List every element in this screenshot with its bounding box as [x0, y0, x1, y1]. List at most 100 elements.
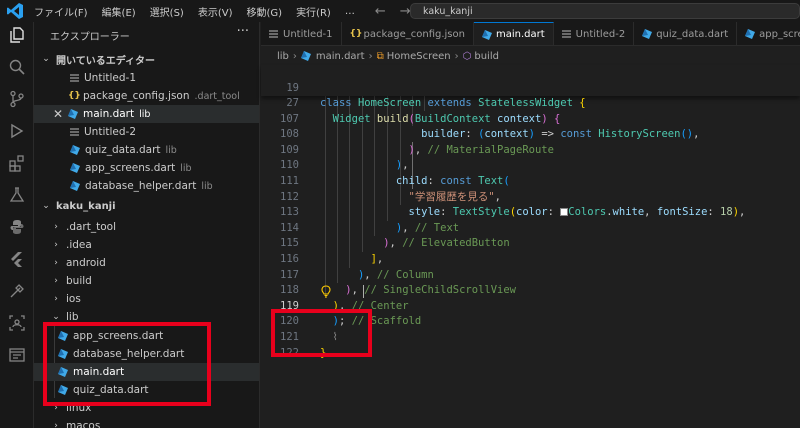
dart-file-icon: [642, 29, 653, 39]
lib-file-item[interactable]: quiz_data.dart: [34, 381, 259, 399]
more-actions-icon[interactable]: ···: [237, 24, 249, 39]
chevron-right-icon: ›: [54, 258, 58, 268]
lightbulb-icon[interactable]: [321, 285, 331, 298]
lib-file-item[interactable]: database_helper.dart: [34, 345, 259, 363]
code-line: 120 ⌇: [261, 299, 800, 343]
folder-item[interactable]: › .dart_tool: [34, 218, 259, 236]
chevron-right-icon: ›: [54, 403, 58, 413]
chevron-right-icon: ›: [54, 294, 58, 304]
extensions-icon[interactable]: [6, 152, 28, 174]
folder-item[interactable]: › linux: [34, 399, 259, 417]
text-cursor: [363, 285, 364, 298]
command-center-search[interactable]: kaku_kanji: [410, 3, 800, 19]
breadcrumb-item[interactable]: main.dart: [316, 51, 365, 62]
json-file-icon: {}: [68, 91, 81, 101]
preview-panel-icon[interactable]: [6, 344, 28, 366]
back-arrow-icon[interactable]: ←: [375, 4, 386, 19]
open-editor-item-active[interactable]: ✕ main.dart lib: [34, 105, 259, 123]
tab-untitled-2[interactable]: Untitled-2: [554, 22, 635, 45]
testing-flask-icon[interactable]: [6, 184, 28, 206]
menu-file[interactable]: ファイル(F): [34, 4, 88, 19]
open-editor-item[interactable]: quiz_data.dart lib: [34, 141, 259, 159]
open-editor-item[interactable]: Untitled-1: [34, 69, 259, 87]
menu-selection[interactable]: 選択(S): [150, 4, 184, 19]
lib-file-name: app_screens.dart: [73, 330, 164, 342]
folder-item[interactable]: › ios: [34, 290, 259, 308]
project-folder-header[interactable]: ⌄ kaku_kanji: [34, 197, 259, 215]
code-line: 110 child: const Text(: [261, 143, 800, 187]
folder-item[interactable]: › build: [34, 272, 259, 290]
open-editor-name: database_helper.dart: [85, 180, 197, 192]
dart-file-icon: [58, 331, 68, 341]
method-symbol-icon: ⬡: [462, 50, 472, 62]
open-editor-item[interactable]: Untitled-2: [34, 123, 259, 141]
folder-item[interactable]: › .idea: [34, 236, 259, 254]
folder-name: macos: [66, 420, 101, 428]
flutter-icon[interactable]: [6, 248, 28, 270]
explorer-icon[interactable]: [6, 24, 28, 46]
tab-main-dart[interactable]: main.dart: [473, 22, 554, 45]
tab-package-config[interactable]: {} package_config.json: [342, 22, 474, 45]
vscode-logo-icon: [7, 3, 23, 19]
remote-explorer-icon[interactable]: [6, 280, 28, 302]
json-file-icon: {}: [349, 29, 363, 39]
code-text: }: [320, 346, 327, 359]
open-editor-name: quiz_data.dart: [85, 144, 161, 156]
screenshot-capture-icon[interactable]: [6, 312, 28, 334]
chevron-right-icon: ›: [54, 276, 58, 286]
open-editor-desc: lib: [165, 144, 177, 156]
dart-file-icon: [58, 349, 68, 359]
code-line: 112 style: TextStyle(color: Colors.white…: [261, 174, 800, 219]
open-editor-item[interactable]: app_screens.dart lib: [34, 159, 259, 177]
code-editor[interactable]: 19 class HomeScreen extends StatelessWid…: [261, 65, 800, 428]
python-icon[interactable]: [6, 216, 28, 238]
chevron-right-icon: ›: [54, 222, 58, 232]
source-control-icon[interactable]: [6, 88, 28, 110]
plain-text-file-icon: [269, 29, 278, 38]
search-icon[interactable]: [6, 56, 28, 78]
tab-app-screens[interactable]: app_screens.dart: [737, 22, 800, 45]
line-number: 122: [280, 346, 299, 359]
open-editor-name: Untitled-2: [84, 126, 137, 138]
code-line: 114 ), // ElevatedButton: [261, 205, 800, 250]
folder-name: lib: [66, 311, 79, 323]
forward-arrow-icon[interactable]: →: [400, 4, 411, 19]
code-line: 121 }: [261, 314, 800, 359]
folder-name: .dart_tool: [66, 221, 117, 233]
folder-item[interactable]: › macos: [34, 417, 259, 428]
line-number: 27: [286, 97, 299, 110]
menu-run[interactable]: 実行(R): [296, 4, 331, 19]
menu-view[interactable]: 表示(V): [198, 4, 233, 19]
open-editors-label: 開いているエディター: [56, 55, 155, 67]
open-editor-item[interactable]: database_helper.dart lib: [34, 177, 259, 195]
tab-quiz-data[interactable]: quiz_data.dart: [634, 22, 738, 45]
chevron-right-icon: ›: [292, 50, 297, 62]
dart-file-icon: [58, 385, 68, 395]
chevron-right-icon: ›: [54, 421, 58, 428]
dart-file-icon: [58, 367, 68, 377]
open-editor-item[interactable]: {} package_config.json .dart_tool: [34, 87, 259, 105]
chevron-right-icon: ›: [54, 240, 58, 250]
open-editor-desc: lib: [139, 108, 151, 120]
breadcrumb-item[interactable]: lib: [277, 51, 289, 62]
close-icon[interactable]: ✕: [52, 107, 64, 121]
lib-file-name: quiz_data.dart: [73, 384, 149, 396]
folder-item[interactable]: › android: [34, 254, 259, 272]
open-editors-header[interactable]: ⌄ 開いているエディター: [34, 50, 259, 68]
dart-file-icon: [481, 29, 492, 40]
sticky-scroll-header[interactable]: 19 class HomeScreen extends StatelessWid…: [261, 65, 800, 125]
open-editor-desc: lib: [180, 162, 192, 174]
breadcrumb-item[interactable]: HomeScreen: [387, 51, 451, 62]
chevron-down-icon: ⌄: [42, 201, 50, 211]
breadcrumb-item[interactable]: build: [474, 51, 499, 62]
menu-more[interactable]: …: [345, 6, 355, 17]
lib-file-item[interactable]: app_screens.dart: [34, 327, 259, 345]
lib-file-item-active[interactable]: main.dart: [34, 363, 259, 381]
folder-item-open[interactable]: ⌄ lib: [34, 308, 259, 326]
menu-edit[interactable]: 編集(E): [102, 4, 136, 19]
menu-go[interactable]: 移動(G): [247, 4, 283, 19]
open-editor-name: package_config.json: [83, 90, 190, 102]
tab-untitled-1[interactable]: Untitled-1: [261, 22, 342, 45]
run-debug-icon[interactable]: [6, 120, 28, 142]
open-editor-name: main.dart: [83, 108, 135, 120]
